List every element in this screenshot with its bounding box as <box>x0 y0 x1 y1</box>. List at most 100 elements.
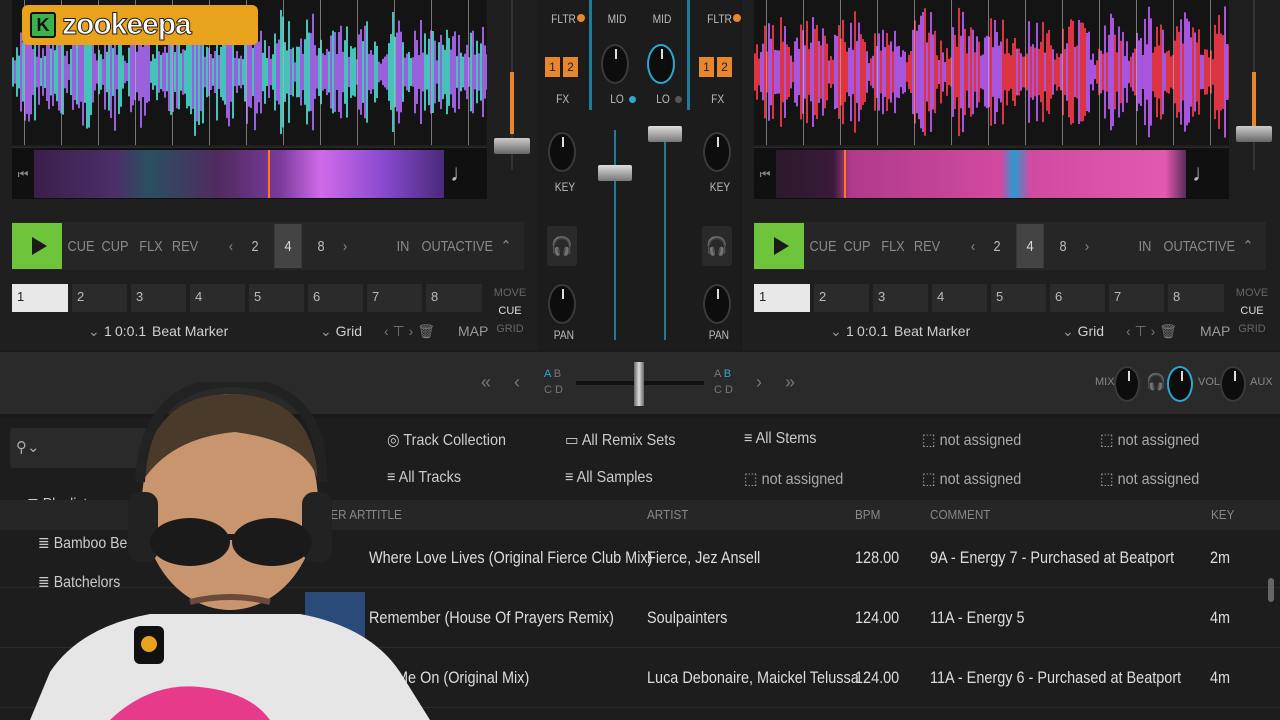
crossfader-handle[interactable] <box>634 362 644 406</box>
deck-b-cue-5[interactable]: 5 <box>991 284 1046 312</box>
column-artist[interactable]: ARTIST <box>647 507 688 522</box>
deck-b-grid-dropdown[interactable]: ⌄ Grid <box>1062 323 1104 340</box>
deck-b-out-button[interactable]: OUT <box>1164 224 1191 268</box>
deck-b-cue-4[interactable]: 4 <box>932 284 987 312</box>
mixer-left-fx-2[interactable]: 2 <box>563 57 578 77</box>
mixer-left-volume-fader[interactable] <box>598 165 632 181</box>
deck-a-in-button[interactable]: IN <box>392 224 414 268</box>
deck-a-loop-8[interactable]: 8 <box>308 224 334 268</box>
deck-b-cue-2[interactable]: 2 <box>814 284 869 312</box>
favorite-all-stems[interactable]: ≡ All Stems <box>744 430 816 448</box>
deck-b-waveform[interactable] <box>754 0 1229 145</box>
deck-a-play-button[interactable] <box>12 223 62 269</box>
deck-a-note-icon[interactable]: ♩ <box>442 148 482 200</box>
favorite-all-remix-sets[interactable]: ▭ All Remix Sets <box>565 430 675 450</box>
deck-a-cue-dropdown-icon[interactable]: ⌄ <box>88 323 100 340</box>
deck-a-grid-controls[interactable]: ‹ ⊤ › 🗑 <box>384 323 435 340</box>
deck-a-move-label[interactable]: MOVE <box>490 284 530 302</box>
crossfader-skip-right-icon[interactable]: » <box>785 372 795 393</box>
deck-b-active-button[interactable]: ACTIVE <box>1189 224 1235 268</box>
deck-b-loop-4[interactable]: 4 <box>1016 224 1044 268</box>
deck-a-cue-label[interactable]: CUE <box>490 302 530 320</box>
deck-a-loop-prev[interactable]: ‹ <box>225 224 237 268</box>
deck-b-cue-1[interactable]: 1 <box>754 284 810 312</box>
column-comment[interactable]: COMMENT <box>930 507 990 522</box>
deck-a-home-icon[interactable]: ⏮ <box>12 148 34 200</box>
favorite-slot-8[interactable]: ⬚ not assigned <box>744 469 843 489</box>
mixer-right-key-knob[interactable] <box>703 132 731 172</box>
deck-b-map-button[interactable]: MAP <box>1200 323 1230 339</box>
deck-b-in-button[interactable]: IN <box>1134 224 1156 268</box>
deck-b-flx-button[interactable]: FLX <box>880 224 906 268</box>
deck-b-loop-8[interactable]: 8 <box>1050 224 1076 268</box>
deck-a-collapse-icon[interactable]: ⌃ <box>498 224 515 268</box>
deck-a-flx-button[interactable]: FLX <box>138 224 164 268</box>
favorite-all-samples[interactable]: ≡ All Samples <box>565 469 653 487</box>
deck-a-cue-8[interactable]: 8 <box>426 284 482 312</box>
deck-b-move-label[interactable]: MOVE <box>1232 284 1272 302</box>
mixer-left-pan-knob[interactable] <box>548 284 576 324</box>
mixer-right-pan-knob[interactable] <box>703 284 731 324</box>
deck-a-loop-next[interactable]: › <box>339 224 351 268</box>
column-bpm[interactable]: BPM <box>855 507 880 522</box>
deck-b-cue-3[interactable]: 3 <box>873 284 928 312</box>
mixer-left-headphone-button[interactable]: 🎧 <box>547 226 577 266</box>
crossfader-right-assign[interactable]: A B C D <box>714 366 738 398</box>
deck-b-cue-button[interactable]: CUE <box>809 224 838 268</box>
deck-a-loop-2[interactable]: 2 <box>242 224 268 268</box>
deck-b-loop-prev[interactable]: ‹ <box>967 224 979 268</box>
master-cue-vol-knob[interactable] <box>1167 366 1193 402</box>
favorite-slot-9[interactable]: ⬚ not assigned <box>922 469 1021 489</box>
deck-a-rev-button[interactable]: REV <box>172 224 198 268</box>
favorite-slot-5[interactable]: ⬚ not assigned <box>1100 430 1199 450</box>
deck-a-cue-1[interactable]: 1 <box>12 284 68 312</box>
deck-a-pitch-fader[interactable] <box>494 0 530 170</box>
crossfader-step-right-icon[interactable]: › <box>756 372 762 393</box>
mixer-left-lo-knob[interactable] <box>601 44 629 84</box>
deck-a-active-button[interactable]: ACTIVE <box>447 224 493 268</box>
deck-b-note-icon[interactable]: ♩ <box>1184 148 1224 200</box>
deck-a-map-button[interactable]: MAP <box>458 323 488 339</box>
deck-b-cue-8[interactable]: 8 <box>1168 284 1224 312</box>
mixer-left-key-knob[interactable] <box>548 132 576 172</box>
mixer-right-fltr[interactable]: FLTR <box>707 12 732 26</box>
deck-a-cue-button[interactable]: CUE <box>67 224 96 268</box>
deck-a-cue-4[interactable]: 4 <box>190 284 245 312</box>
column-key[interactable]: KEY <box>1211 507 1234 522</box>
deck-b-home-icon[interactable]: ⏮ <box>754 148 776 200</box>
deck-a-out-button[interactable]: OUT <box>422 224 449 268</box>
mixer-right-headphone-button[interactable]: 🎧 <box>702 226 732 266</box>
deck-a-cue-7[interactable]: 7 <box>367 284 422 312</box>
deck-b-grid-label[interactable]: GRID <box>1232 320 1272 338</box>
deck-b-cue-label[interactable]: CUE <box>1232 302 1272 320</box>
deck-a-cue-3[interactable]: 3 <box>131 284 186 312</box>
mixer-left-fx-1[interactable]: 1 <box>545 57 560 77</box>
crossfader-step-left-icon[interactable]: ‹ <box>514 372 520 393</box>
deck-a-loop-4[interactable]: 4 <box>274 224 302 268</box>
deck-a-grid-dropdown[interactable]: ⌄ Grid <box>320 323 362 340</box>
deck-b-cue-6[interactable]: 6 <box>1050 284 1105 312</box>
browser-scrollbar[interactable] <box>1268 578 1274 602</box>
favorite-slot-10[interactable]: ⬚ not assigned <box>1100 469 1199 489</box>
crossfader-left-assign[interactable]: A B C D <box>544 366 568 398</box>
deck-a-grid-label[interactable]: GRID <box>490 320 530 338</box>
master-mix-knob[interactable] <box>1114 366 1140 402</box>
deck-b-grid-controls[interactable]: ‹ ⊤ › 🗑 <box>1126 323 1177 340</box>
favorite-slot-4[interactable]: ⬚ not assigned <box>922 430 1021 450</box>
mixer-right-lo-knob[interactable] <box>647 44 675 84</box>
deck-a-cup-button[interactable]: CUP <box>101 224 130 268</box>
deck-b-cup-button[interactable]: CUP <box>843 224 872 268</box>
mixer-right-volume-fader[interactable] <box>648 126 682 142</box>
mixer-right-fx-2[interactable]: 2 <box>717 57 732 77</box>
deck-b-cue-7[interactable]: 7 <box>1109 284 1164 312</box>
deck-b-rev-button[interactable]: REV <box>914 224 940 268</box>
deck-b-cue-dropdown-icon[interactable]: ⌄ <box>830 323 842 340</box>
deck-a-cue-6[interactable]: 6 <box>308 284 363 312</box>
deck-b-pitch-fader[interactable] <box>1236 0 1272 170</box>
deck-b-play-button[interactable] <box>754 223 804 269</box>
mixer-left-fltr[interactable]: FLTR <box>551 12 576 26</box>
mixer-right-fx-1[interactable]: 1 <box>699 57 714 77</box>
master-aux-knob[interactable] <box>1220 366 1246 402</box>
deck-b-loop-next[interactable]: › <box>1081 224 1093 268</box>
deck-b-collapse-icon[interactable]: ⌃ <box>1240 224 1257 268</box>
